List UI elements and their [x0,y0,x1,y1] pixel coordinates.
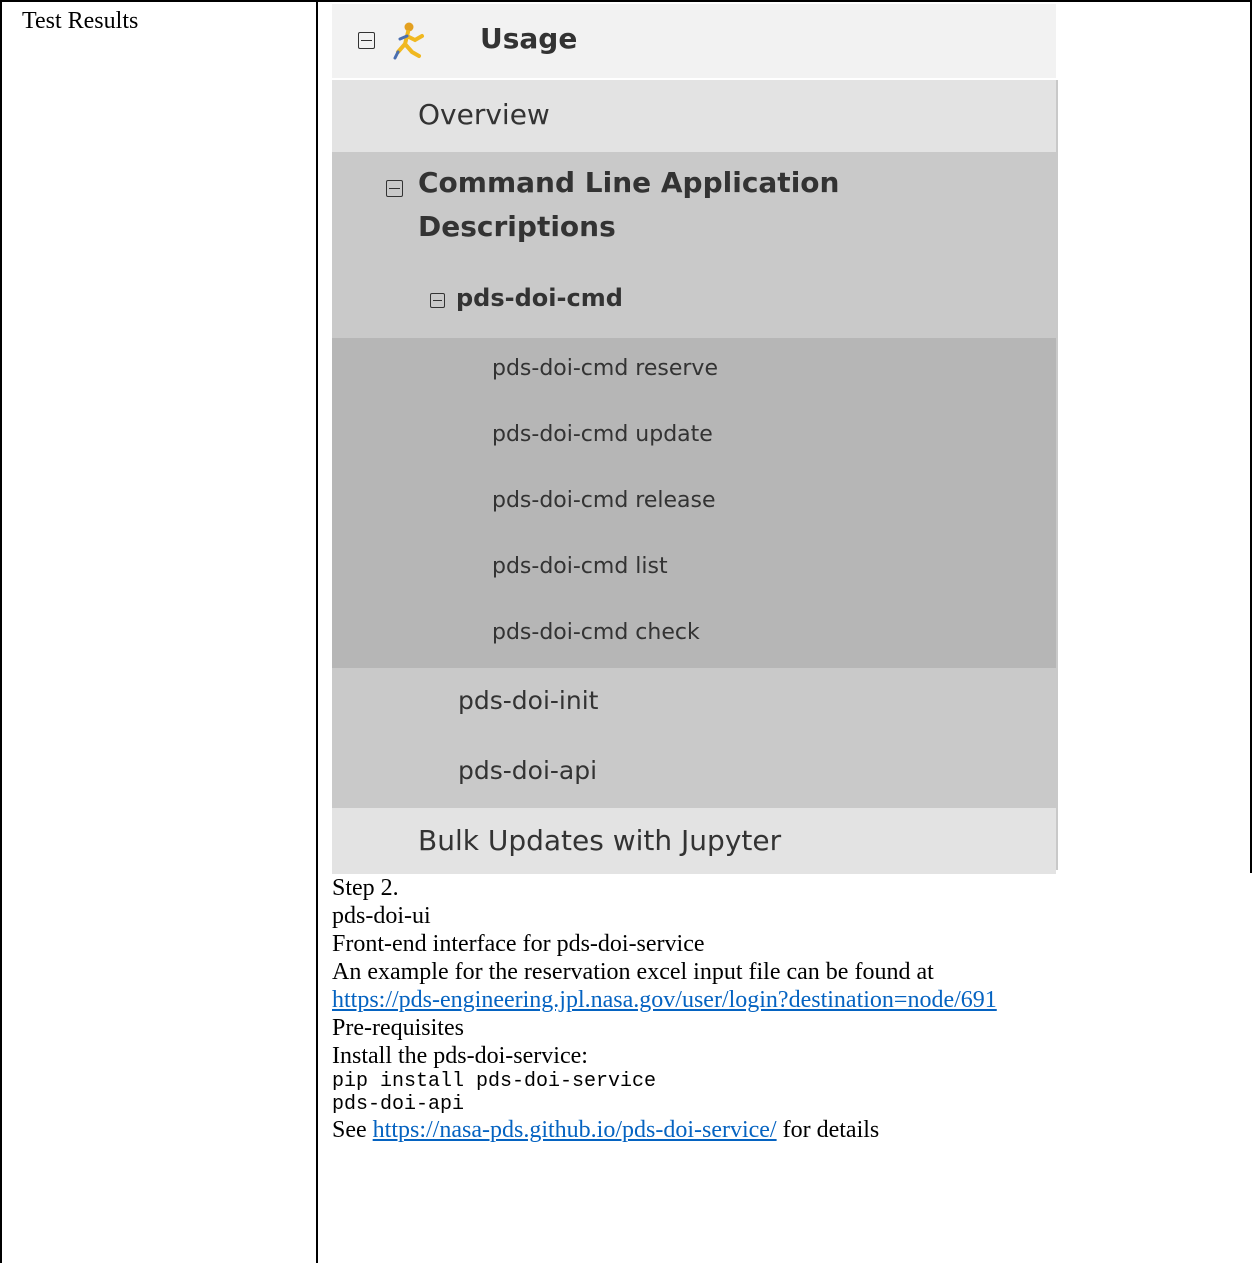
docs-link[interactable]: https://nasa-pds.github.io/pds-doi-servi… [373,1117,777,1143]
table-column-divider [316,0,318,1263]
test-results-label: Test Results [22,8,139,34]
code-line: pds-doi-api [332,1093,465,1116]
example-link[interactable]: https://pds-engineering.jpl.nasa.gov/use… [332,987,997,1013]
example-text: An example for the reservation excel inp… [332,959,934,985]
sidebar-item-pds-doi-cmd[interactable]: pds-doi-cmd [456,284,623,312]
code-line: pip install pds-doi-service [332,1070,657,1093]
sidebar-item-pds-doi-init[interactable]: pds-doi-init [332,668,1056,738]
collapse-icon[interactable] [358,32,375,49]
sidebar-item-pds-doi-api[interactable]: pds-doi-api [332,738,1056,808]
table-top-border [0,0,1252,2]
sidebar-item-cmd-reserve[interactable]: pds-doi-cmd reserve [332,338,1056,404]
collapse-icon[interactable] [386,180,403,197]
collapse-icon[interactable] [430,293,445,308]
usage-title: Usage [480,22,578,55]
sidebar-item-cmd-release[interactable]: pds-doi-cmd release [332,470,1056,536]
sidebar-item-cmd-update[interactable]: pds-doi-cmd update [332,404,1056,470]
install-text: Install the pds-doi-service: [332,1043,588,1069]
sidebar-item-cmd-check[interactable]: pds-doi-cmd check [332,602,1056,668]
figure-icon [393,22,424,60]
project-subtitle: Front-end interface for pds-doi-service [332,931,705,957]
instructions-block: Step 2. pds-doi-ui Front-end interface f… [332,874,997,1144]
docs-sidebar-screenshot: Usage Overview Command Line Application … [332,4,1058,874]
project-title: pds-doi-ui [332,903,431,929]
usage-section-header[interactable]: Usage [332,4,1056,78]
sidebar-item-cmd-list[interactable]: pds-doi-cmd list [332,536,1056,602]
prereq-heading: Pre-requisites [332,1015,464,1041]
table-left-border [0,0,2,1263]
see-details-line: See https://nasa-pds.github.io/pds-doi-s… [332,1117,880,1143]
sidebar-item-overview[interactable]: Overview [332,80,1056,152]
step-label: Step 2. [332,875,399,901]
sidebar-item-bulk-updates[interactable]: Bulk Updates with Jupyter [332,808,1056,874]
sidebar-item-command-line-application[interactable]: Command Line Application Descriptions pd… [332,152,1056,338]
